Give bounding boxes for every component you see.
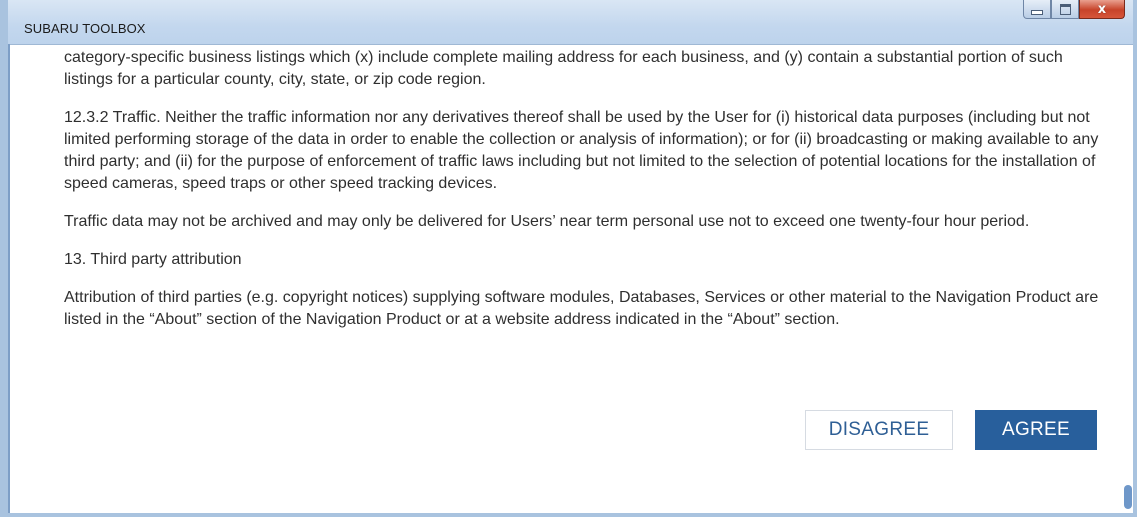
scrollbar-thumb[interactable] [1124,485,1132,509]
minimize-button[interactable] [1023,0,1051,19]
license-text-area: category-specific business listings whic… [64,47,1114,347]
minimize-icon [1031,9,1043,15]
window-left-edge [8,44,10,513]
license-section-heading: 13. Third party attribution [64,251,242,268]
maximize-icon [1059,3,1071,15]
license-paragraph-traffic: 12.3.2 Traffic. Neither the traffic info… [64,109,1099,192]
window-title: SUBARU TOOLBOX [24,21,146,36]
title-bar[interactable]: SUBARU TOOLBOX x [8,0,1133,45]
license-paragraph-traffic-archive: Traffic data may not be archived and may… [64,213,1030,230]
agree-button[interactable]: AGREE [975,410,1097,450]
close-button[interactable]: x [1079,0,1125,19]
maximize-button[interactable] [1051,0,1079,19]
license-paragraph-business-listings: category-specific business listings whic… [64,49,1063,88]
license-paragraph-attribution: Attribution of third parties (e.g. copyr… [64,289,1099,328]
license-window: SUBARU TOOLBOX x category-specific busin… [0,0,1137,517]
disagree-button[interactable]: DISAGREE [805,410,953,450]
window-controls: x [1023,0,1125,20]
close-icon: x [1097,1,1107,17]
vertical-scrollbar[interactable] [1123,45,1133,513]
